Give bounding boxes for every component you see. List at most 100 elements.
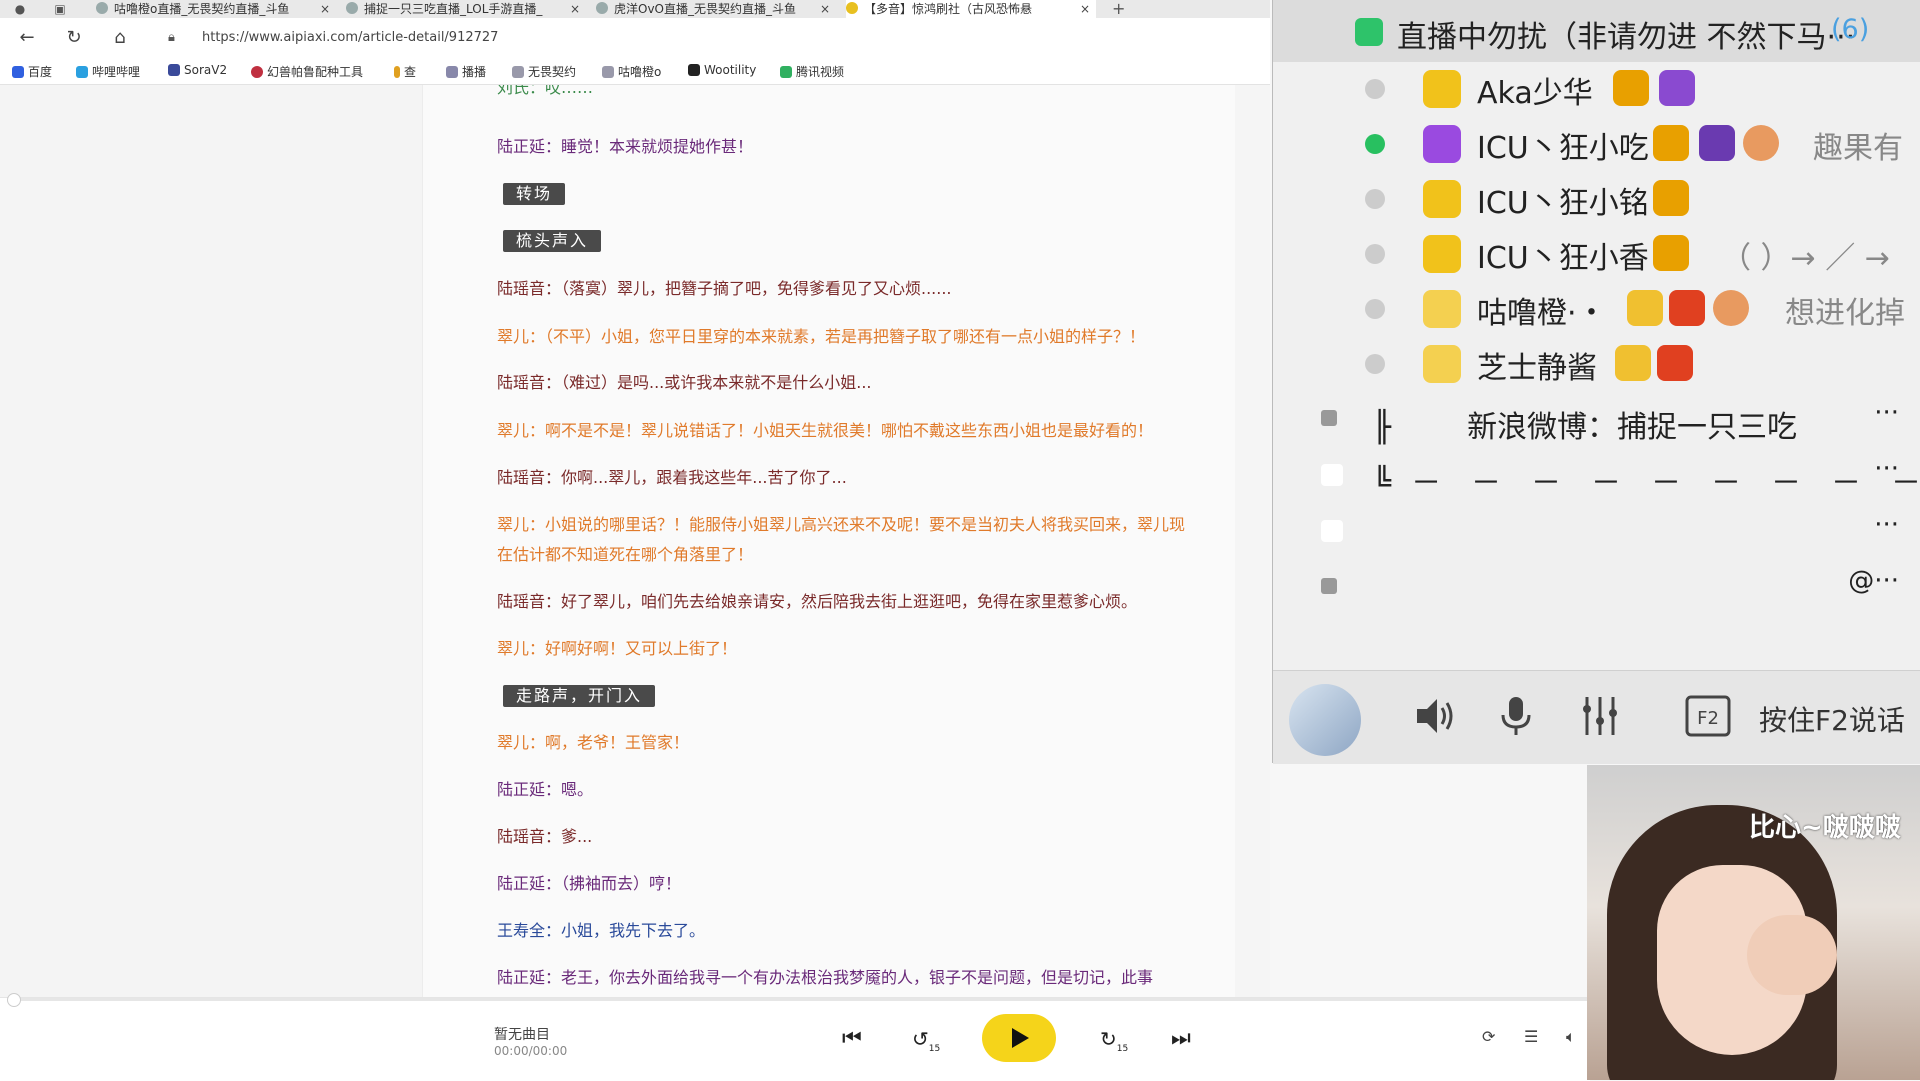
bookmark-item[interactable]: 腾讯视频: [780, 63, 844, 80]
home-icon[interactable]: ⌂: [109, 27, 131, 49]
bookmark-item[interactable]: SoraV2: [168, 63, 227, 77]
url-text[interactable]: https://www.aipiaxi.com/article-detail/9…: [202, 30, 498, 45]
bookmarks-bar: 百度 哔哩哔哩 SoraV2 幻兽帕鲁配种工具 查 播播 无畏契约 咕噜橙o W…: [0, 56, 1270, 85]
bookmark-item[interactable]: 百度: [12, 63, 52, 80]
bookmark-item[interactable]: 无畏契约: [512, 63, 576, 80]
more-icon[interactable]: ···: [1874, 454, 1899, 484]
next-icon[interactable]: ⏭︎: [1171, 1028, 1191, 1050]
tab-3-active[interactable]: 【多音】惊鸿刷社（古风恐怖悬 ×: [846, 0, 1096, 18]
profile-icon[interactable]: ●: [12, 1, 28, 17]
member-row[interactable]: ICU丶狂小吃 趣果有: [1273, 117, 1920, 172]
script-line: 陆瑶音：爹...: [497, 827, 593, 846]
tab-close-icon[interactable]: ×: [820, 0, 830, 18]
sub-channel-row[interactable]: ···: [1273, 508, 1920, 558]
script-line: 翠儿：小姐说的哪里话？！能服侍小姐翠儿高兴还来不及呢！要不是当初夫人将我买回来，…: [497, 515, 1186, 564]
crown-badge-icon: [1627, 290, 1663, 326]
script-line: 陆正延：嗯。: [497, 780, 594, 799]
volume-icon[interactable]: 🔈︎: [1566, 1027, 1576, 1047]
f2-key-icon[interactable]: F2: [1683, 691, 1733, 741]
progress-knob[interactable]: [7, 993, 21, 1007]
tab-close-icon[interactable]: ×: [320, 0, 330, 18]
more-icon[interactable]: ···: [1874, 398, 1899, 428]
member-name: Aka少华: [1477, 76, 1593, 111]
webcam-overlay: 比心~啵啵啵: [1587, 765, 1920, 1080]
channel-square-icon: [1321, 464, 1343, 486]
more-icon[interactable]: ···: [1874, 510, 1899, 540]
script-line: 陆瑶音：（难过）是吗...或许我本来就不是什么小姐...: [497, 373, 872, 392]
play-button[interactable]: [982, 1014, 1056, 1062]
new-tab-icon[interactable]: +: [1112, 0, 1125, 18]
member-count: (6): [1831, 14, 1870, 45]
tab-close-icon[interactable]: ×: [570, 0, 580, 18]
tab-title: 捕捉一只三吃直播_LOL手游直播_: [364, 2, 543, 16]
script-line: 陆瑶音：你啊...翠儿，跟着我这些年...苦了你了...: [497, 468, 847, 487]
crown-badge-icon: [1653, 125, 1689, 161]
back-icon[interactable]: ←: [16, 27, 38, 49]
member-row[interactable]: ICU丶狂小铭: [1273, 172, 1920, 227]
tab-close-icon[interactable]: ×: [1080, 0, 1090, 18]
bookmark-item[interactable]: 幻兽帕鲁配种工具: [251, 63, 363, 80]
sub-channel-row[interactable]: ╚ － － － － － － － － － ···: [1273, 452, 1920, 502]
script-line: 刘氏：哎……: [497, 85, 594, 97]
tab-title: 虎洋OvO直播_无畏契约直播_斗鱼: [614, 2, 796, 16]
frame-badge-icon: [1699, 125, 1735, 161]
lock-icon: [1321, 410, 1337, 426]
rank-badge-icon: [1423, 70, 1461, 108]
status-dot-icon: [1365, 354, 1385, 374]
page-content: 刘氏：哎…… 陆正延：睡觉！本来就烦提她作甚！ 转场 梳头声入 陆瑶音：（落寞）…: [0, 85, 1270, 1000]
tab-1[interactable]: 捕捉一只三吃直播_LOL手游直播_ ×: [346, 0, 586, 18]
tab-0[interactable]: 咕噜橙o直播_无畏契约直播_斗鱼 ×: [96, 0, 336, 18]
script-line: 陆瑶音：（落寞）翠儿，把簪子摘了吧，免得爹看见了又心烦......: [497, 279, 952, 298]
lock-icon[interactable]: 🔒︎: [168, 30, 175, 45]
member-row[interactable]: 芝士静酱: [1273, 337, 1920, 392]
crown-badge-icon: [1653, 235, 1689, 271]
bookmark-item[interactable]: 咕噜橙o: [602, 63, 661, 80]
address-bar[interactable]: 🔒︎ https://www.aipiaxi.com/article-detai…: [152, 24, 1264, 52]
channel-lock-icon: [1355, 18, 1383, 46]
bookmark-item[interactable]: 查: [394, 63, 416, 80]
sub-channel-row[interactable]: @···: [1273, 564, 1920, 614]
audio-player: 暂无曲目 00:00/00:00 ⏮︎ ↺15 ↻15 ⏭︎ ⟳ ☰ 🔈︎: [0, 993, 1592, 1081]
speaker-icon[interactable]: [1409, 691, 1459, 741]
member-row[interactable]: ICU丶狂小香 （ ）→ ／ →: [1273, 227, 1920, 282]
fire-badge-icon: [1743, 125, 1779, 161]
lock-icon: [1321, 578, 1337, 594]
status-dot-icon: [1365, 189, 1385, 209]
forward-15-icon[interactable]: ↻15: [1100, 1028, 1128, 1060]
bookmark-item[interactable]: 播播: [446, 63, 486, 80]
rewind-15-icon[interactable]: ↺15: [912, 1028, 940, 1060]
previous-icon[interactable]: ⏮︎: [842, 1028, 862, 1050]
track-title: 暂无曲目: [494, 1027, 550, 1043]
progress-bar[interactable]: [7, 993, 1592, 1007]
equalizer-icon[interactable]: [1575, 691, 1625, 741]
status-dot-icon: [1365, 299, 1385, 319]
script-line: 王寿全：小姐，我先下去了。: [497, 921, 706, 940]
tab-2[interactable]: 虎洋OvO直播_无畏契约直播_斗鱼 ×: [596, 0, 836, 18]
playlist-icon[interactable]: ☰: [1524, 1027, 1538, 1046]
reload-icon[interactable]: ↻: [63, 27, 85, 49]
sub-channel-row[interactable]: ╟ 新浪微博：捕捉一只三吃 ···: [1273, 396, 1920, 446]
status-dot-icon: [1365, 244, 1385, 264]
rank-badge-icon: [1423, 180, 1461, 218]
member-name: 芝士静酱: [1477, 351, 1597, 386]
member-name: ICU丶狂小铭: [1477, 186, 1649, 221]
channel-header[interactable]: 直播中勿扰（非请勿进 不然下马··· (6): [1273, 0, 1920, 62]
wealth-badge-icon: [1669, 290, 1705, 326]
tab-actions-icon[interactable]: ▣: [52, 1, 68, 17]
bookmark-item[interactable]: Wootility: [688, 63, 756, 77]
user-avatar[interactable]: [1289, 684, 1361, 756]
bookmark-item[interactable]: 哔哩哔哩: [76, 63, 140, 80]
tab-strip: ● ▣ 咕噜橙o直播_无畏契约直播_斗鱼 × 捕捉一只三吃直播_LOL手游直播_ ×…: [0, 0, 1270, 18]
member-row[interactable]: 咕噜橙·・ 想进化掉: [1273, 282, 1920, 337]
channel-title: 直播中勿扰（非请勿进 不然下马···: [1397, 20, 1856, 55]
stage-direction-tag: 走路声，开门入: [503, 685, 656, 707]
tab-title: 咕噜橙o直播_无畏契约直播_斗鱼: [114, 2, 290, 16]
microphone-icon[interactable]: [1491, 691, 1541, 741]
more-icon[interactable]: @···: [1848, 566, 1899, 596]
member-row[interactable]: Aka少华: [1273, 62, 1920, 117]
tab-favicon-icon: [846, 2, 858, 14]
track-time: 00:00/00:00: [494, 1044, 568, 1058]
loop-mode-icon[interactable]: ⟳: [1482, 1027, 1495, 1046]
script-line: 陆正延：（拂袖而去）哼！: [497, 874, 682, 893]
svg-text:F2: F2: [1697, 708, 1719, 729]
